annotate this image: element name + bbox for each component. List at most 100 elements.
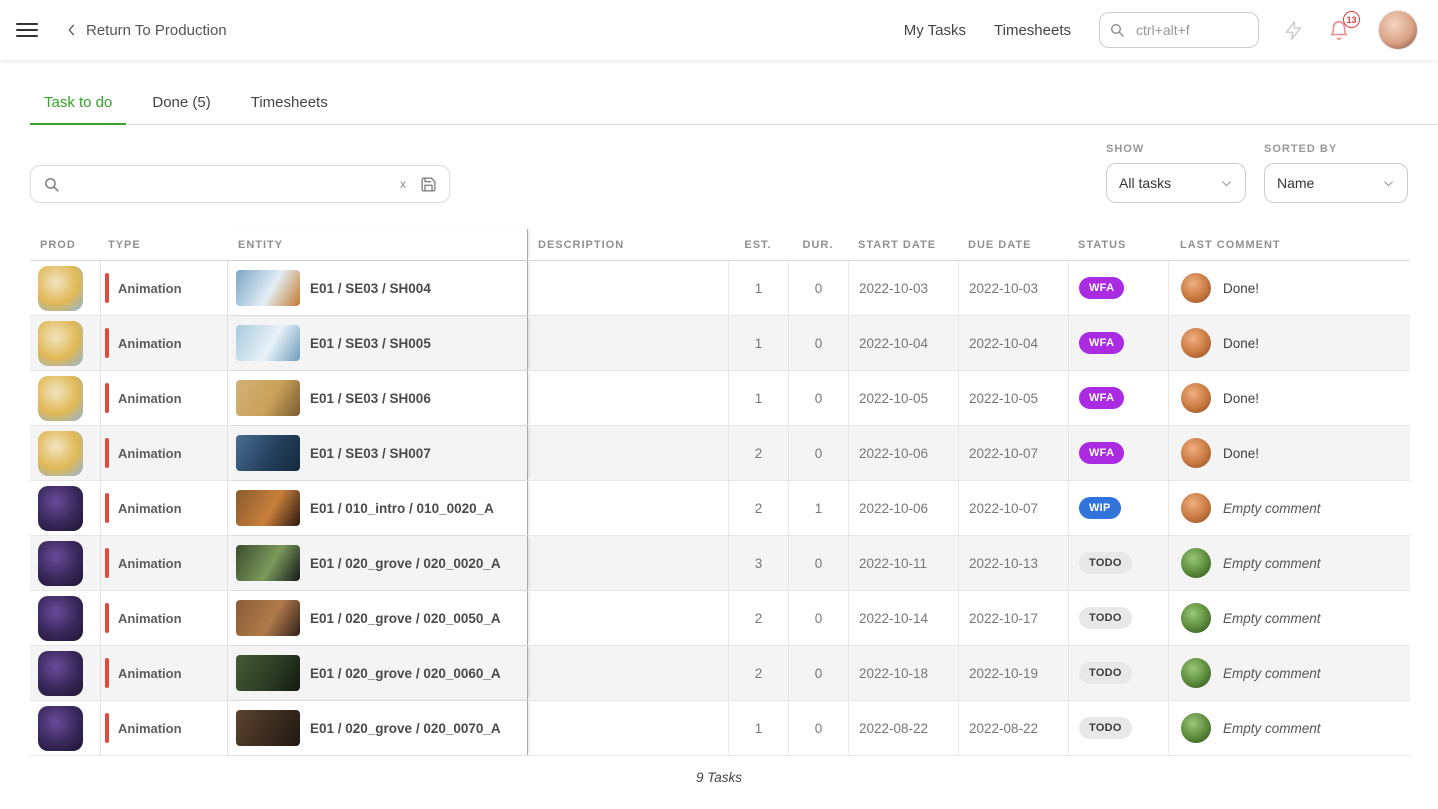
- status-badge[interactable]: WFA: [1079, 387, 1124, 409]
- timesheets-link[interactable]: Timesheets: [994, 22, 1071, 39]
- sorted-by-dropdown[interactable]: Name: [1264, 163, 1408, 203]
- prod-cell: [30, 261, 100, 315]
- production-avatar[interactable]: [38, 541, 83, 586]
- status-badge[interactable]: WFA: [1079, 277, 1124, 299]
- entity-name[interactable]: E01 / 020_grove / 020_0070_A: [310, 721, 501, 736]
- entity-name[interactable]: E01 / 020_grove / 020_0060_A: [310, 666, 501, 681]
- status-badge[interactable]: TODO: [1079, 662, 1132, 684]
- entity-thumbnail[interactable]: [236, 545, 300, 581]
- entity-cell: E01 / SE03 / SH005: [228, 316, 528, 370]
- table-row[interactable]: Animation E01 / 020_grove / 020_0060_A 2…: [30, 646, 1410, 701]
- due-date-cell: 2022-10-19: [958, 646, 1068, 700]
- status-cell: WFA: [1068, 371, 1168, 425]
- table-row[interactable]: Animation E01 / SE03 / SH004 1 0 2022-10…: [30, 261, 1410, 316]
- production-avatar[interactable]: [38, 651, 83, 696]
- status-cell: WFA: [1068, 316, 1168, 370]
- column-header-entity[interactable]: ENTITY: [228, 229, 528, 260]
- table-row[interactable]: Animation E01 / 020_grove / 020_0020_A 3…: [30, 536, 1410, 591]
- sort-filter-group: SORTED BY Name: [1264, 143, 1408, 203]
- entity-thumbnail[interactable]: [236, 655, 300, 691]
- status-badge[interactable]: TODO: [1079, 717, 1132, 739]
- commenter-avatar: [1181, 713, 1211, 743]
- description-cell: [528, 701, 728, 755]
- column-header-type[interactable]: TYPE: [100, 229, 228, 260]
- lightning-icon[interactable]: [1283, 20, 1304, 41]
- entity-thumbnail[interactable]: [236, 270, 300, 306]
- my-tasks-link[interactable]: My Tasks: [904, 22, 966, 39]
- menu-icon[interactable]: [16, 19, 38, 41]
- due-date-cell: 2022-08-22: [958, 701, 1068, 755]
- entity-name[interactable]: E01 / SE03 / SH005: [310, 336, 431, 351]
- table-row[interactable]: Animation E01 / 010_intro / 010_0020_A 2…: [30, 481, 1410, 536]
- commenter-avatar: [1181, 383, 1211, 413]
- global-search: [1099, 12, 1259, 48]
- entity-thumbnail[interactable]: [236, 325, 300, 361]
- production-avatar[interactable]: [38, 486, 83, 531]
- production-avatar[interactable]: [38, 376, 83, 421]
- sorted-by-value: Name: [1277, 175, 1314, 191]
- entity-thumbnail[interactable]: [236, 710, 300, 746]
- table-row[interactable]: Animation E01 / SE03 / SH007 2 0 2022-10…: [30, 426, 1410, 481]
- status-badge[interactable]: TODO: [1079, 607, 1132, 629]
- production-avatar[interactable]: [38, 596, 83, 641]
- table-row[interactable]: Animation E01 / SE03 / SH005 1 0 2022-10…: [30, 316, 1410, 371]
- column-header-comment[interactable]: LAST COMMENT: [1168, 229, 1410, 260]
- back-to-production-link[interactable]: Return To Production: [64, 22, 227, 39]
- entity-name[interactable]: E01 / 010_intro / 010_0020_A: [310, 501, 494, 516]
- chevron-down-icon: [1382, 177, 1395, 190]
- column-header-desc[interactable]: DESCRIPTION: [528, 229, 728, 260]
- table-row[interactable]: Animation E01 / SE03 / SH006 1 0 2022-10…: [30, 371, 1410, 426]
- status-cell: WIP: [1068, 481, 1168, 535]
- task-type-color-bar: [105, 603, 109, 633]
- commenter-avatar: [1181, 273, 1211, 303]
- save-filter-icon[interactable]: [420, 176, 437, 193]
- entity-thumbnail[interactable]: [236, 600, 300, 636]
- column-header-due[interactable]: DUE DATE: [958, 229, 1068, 260]
- task-type-cell: Animation: [100, 646, 228, 700]
- duration-cell: 0: [788, 426, 848, 480]
- production-avatar[interactable]: [38, 706, 83, 751]
- entity-name[interactable]: E01 / SE03 / SH004: [310, 281, 431, 296]
- entity-thumbnail[interactable]: [236, 490, 300, 526]
- status-badge[interactable]: TODO: [1079, 552, 1132, 574]
- column-header-est[interactable]: EST.: [728, 229, 788, 260]
- column-header-start[interactable]: START DATE: [848, 229, 958, 260]
- status-cell: WFA: [1068, 426, 1168, 480]
- production-avatar[interactable]: [38, 321, 83, 366]
- status-badge[interactable]: WFA: [1079, 332, 1124, 354]
- show-dropdown[interactable]: All tasks: [1106, 163, 1246, 203]
- column-header-status[interactable]: STATUS: [1068, 229, 1168, 260]
- due-date-cell: 2022-10-07: [958, 426, 1068, 480]
- tab-timesheets[interactable]: Timesheets: [237, 84, 342, 124]
- status-badge[interactable]: WFA: [1079, 442, 1124, 464]
- entity-thumbnail[interactable]: [236, 435, 300, 471]
- start-date-cell: 2022-08-22: [848, 701, 958, 755]
- entity-name[interactable]: E01 / 020_grove / 020_0020_A: [310, 556, 501, 571]
- production-avatar[interactable]: [38, 266, 83, 311]
- table-row[interactable]: Animation E01 / 020_grove / 020_0070_A 1…: [30, 701, 1410, 756]
- tab-task-to-do[interactable]: Task to do: [30, 84, 126, 124]
- chevron-down-icon: [1220, 177, 1233, 190]
- entity-thumbnail[interactable]: [236, 380, 300, 416]
- description-cell: [528, 426, 728, 480]
- column-header-dur[interactable]: DUR.: [788, 229, 848, 260]
- estimation-cell: 2: [728, 426, 788, 480]
- clear-search-button[interactable]: x: [400, 178, 406, 190]
- filter-search-input[interactable]: [70, 176, 400, 192]
- task-type-color-bar: [105, 713, 109, 743]
- tab-done[interactable]: Done (5): [138, 84, 224, 124]
- entity-name[interactable]: E01 / 020_grove / 020_0050_A: [310, 611, 501, 626]
- user-avatar[interactable]: [1378, 10, 1418, 50]
- status-badge[interactable]: WIP: [1079, 497, 1121, 519]
- entity-name[interactable]: E01 / SE03 / SH007: [310, 446, 431, 461]
- table-row[interactable]: Animation E01 / 020_grove / 020_0050_A 2…: [30, 591, 1410, 646]
- notifications-button[interactable]: 13: [1328, 19, 1350, 41]
- filter-dropdowns: SHOW All tasks SORTED BY Name: [1106, 143, 1408, 203]
- description-cell: [528, 591, 728, 645]
- start-date-cell: 2022-10-03: [848, 261, 958, 315]
- entity-name[interactable]: E01 / SE03 / SH006: [310, 391, 431, 406]
- production-avatar[interactable]: [38, 431, 83, 476]
- column-header-prod[interactable]: PROD: [30, 229, 100, 260]
- duration-cell: 0: [788, 536, 848, 590]
- estimation-cell: 1: [728, 261, 788, 315]
